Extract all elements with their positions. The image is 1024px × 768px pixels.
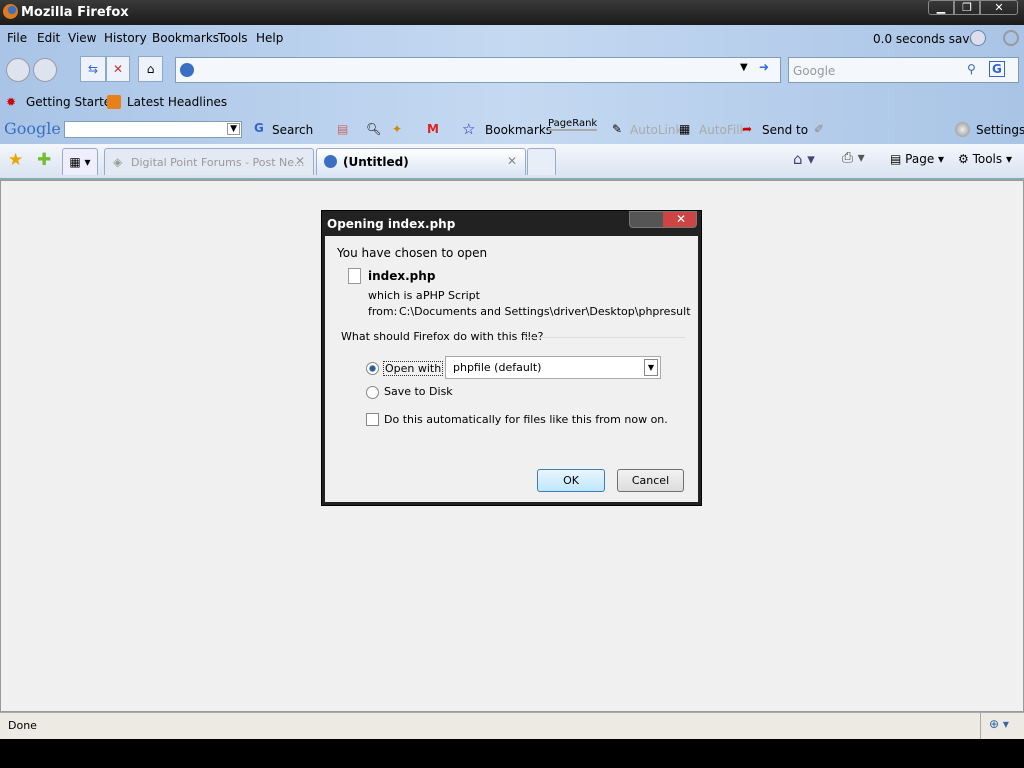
- send-to-button[interactable]: Send to: [762, 123, 808, 137]
- minimize-button[interactable]: ▁: [928, 0, 954, 15]
- type-label: which is a:: [368, 289, 427, 302]
- tab-title: Digital Point Forums - Post Ne...: [131, 156, 305, 169]
- question-text: What should Firefox do with this file?: [341, 330, 544, 343]
- settings-icon: [955, 122, 970, 137]
- file-name: index.php: [368, 269, 436, 283]
- magnifier-icon[interactable]: 🔍︎: [366, 122, 381, 136]
- status-bar: Done ⊕ ▾: [0, 712, 1024, 739]
- favorites-star-icon[interactable]: ★: [8, 150, 23, 170]
- bookmark-getting-started[interactable]: Getting Started: [26, 95, 119, 109]
- google-g-icon: G: [254, 121, 264, 135]
- news-icon[interactable]: ▤: [337, 122, 348, 136]
- cancel-button[interactable]: Cancel: [617, 469, 684, 492]
- search-input[interactable]: Google ⚲ G: [788, 57, 1019, 83]
- google-bookmarks-button[interactable]: Bookmarks: [485, 123, 552, 137]
- forward-button[interactable]: [33, 58, 57, 82]
- menu-bookmarks[interactable]: Bookmarks: [152, 31, 219, 45]
- ok-button[interactable]: OK: [537, 469, 605, 492]
- autofill-icon: ▦: [679, 122, 691, 136]
- tab-close-icon[interactable]: ✕: [507, 154, 517, 168]
- pagerank-meter: PageRank: [548, 118, 598, 131]
- gmail-icon[interactable]: M: [427, 122, 439, 136]
- google-logo: Google: [4, 119, 61, 138]
- google-search-button[interactable]: Search: [272, 123, 313, 137]
- reload-button[interactable]: ⇆: [80, 56, 106, 82]
- save-to-disk-label[interactable]: Save to Disk: [384, 385, 453, 398]
- speedometer-icon[interactable]: [970, 30, 986, 46]
- print-icon[interactable]: ⎙ ▾: [842, 150, 865, 166]
- open-with-label[interactable]: Open with: [383, 361, 444, 376]
- bookmark-latest-headlines[interactable]: Latest Headlines: [127, 95, 227, 109]
- getting-started-icon: ✹: [6, 95, 17, 109]
- tab-untitled[interactable]: (Untitled) ✕: [316, 148, 526, 175]
- autolink-button[interactable]: AutoLink: [630, 123, 682, 137]
- google-toolbar-input[interactable]: ▼: [64, 121, 242, 138]
- tab-loading-icon: ◈: [113, 155, 123, 169]
- quick-tabs-button[interactable]: ▦ ▾: [62, 148, 98, 175]
- gadgets-icon[interactable]: ✦: [392, 122, 402, 136]
- restore-button[interactable]: ❐: [954, 0, 980, 15]
- firefox-logo-icon: [3, 4, 18, 19]
- dialog-body: You have chosen to open index.php which …: [325, 236, 698, 502]
- divider: [523, 337, 685, 338]
- save-to-disk-radio[interactable]: [366, 386, 379, 399]
- type-value: PHP Script: [423, 289, 480, 302]
- menu-tools[interactable]: Tools: [218, 31, 248, 45]
- send-to-icon: ➦: [742, 122, 753, 136]
- url-dropdown-icon[interactable]: ▼: [740, 62, 748, 73]
- tab-title: (Untitled): [343, 155, 409, 169]
- dialog-title: Opening index.php: [327, 217, 456, 231]
- auto-checkbox[interactable]: [366, 413, 379, 426]
- from-label: from:: [368, 305, 398, 318]
- dialog-close-button[interactable]: ✕: [629, 211, 697, 228]
- application-select[interactable]: phpfile (default) ▼: [445, 356, 661, 379]
- menu-file[interactable]: File: [7, 31, 27, 45]
- url-bar[interactable]: ▼ ➜: [175, 57, 781, 83]
- auto-label[interactable]: Do this automatically for files like thi…: [384, 413, 668, 426]
- google-engine-icon[interactable]: G: [989, 61, 1005, 77]
- tab-digital-point[interactable]: ◈ Digital Point Forums - Post Ne... ✕: [104, 148, 314, 175]
- intro-text: You have chosen to open: [337, 246, 488, 260]
- home-icon[interactable]: ⌂ ▾: [793, 150, 815, 168]
- page-menu-label: Page: [905, 152, 935, 166]
- autofill-button[interactable]: AutoFill: [699, 123, 743, 137]
- highlighter-icon[interactable]: ✐: [814, 122, 824, 136]
- add-favorite-icon[interactable]: ✚: [37, 150, 51, 170]
- open-file-dialog: Opening index.php ✕ You have chosen to o…: [321, 210, 702, 506]
- speed-status: 0.0 seconds saved: [873, 32, 985, 46]
- open-with-radio[interactable]: [366, 362, 379, 375]
- dropdown-icon[interactable]: ▼: [227, 123, 240, 135]
- from-value: C:\Documents and Settings\driver\Desktop…: [399, 305, 691, 318]
- menu-history[interactable]: History: [104, 31, 147, 45]
- site-icon: [180, 63, 194, 77]
- status-text: Done: [8, 719, 37, 732]
- go-arrow-icon[interactable]: ➜: [759, 60, 769, 74]
- star-icon[interactable]: ☆: [462, 120, 475, 138]
- new-tab-button[interactable]: [527, 148, 556, 175]
- autolink-icon: ✎: [612, 122, 623, 136]
- rss-icon: [107, 95, 121, 109]
- zoom-icon[interactable]: ⊕ ▾: [980, 713, 1009, 739]
- application-value: phpfile (default): [453, 361, 542, 374]
- close-button[interactable]: ✕: [980, 0, 1018, 15]
- search-placeholder: Google: [793, 64, 836, 78]
- menu-edit[interactable]: Edit: [37, 31, 60, 45]
- file-icon: [348, 268, 361, 284]
- tools-menu-label: Tools: [972, 152, 1003, 166]
- settings-button[interactable]: Settings: [976, 123, 1024, 137]
- menu-help[interactable]: Help: [256, 31, 283, 45]
- tools-menu[interactable]: ⚙ Tools ▾: [958, 152, 1012, 166]
- menu-view[interactable]: View: [68, 31, 96, 45]
- title-bar: Mozilla Firefox ▁ ❐ ✕: [0, 0, 1024, 25]
- chevron-down-icon[interactable]: ▼: [644, 359, 658, 376]
- tab-site-icon: [324, 155, 337, 168]
- throbber-icon: [1003, 30, 1019, 46]
- back-button[interactable]: [6, 58, 30, 82]
- window-title: Mozilla Firefox: [21, 5, 129, 20]
- search-icon[interactable]: ⚲: [967, 62, 976, 76]
- home-icon[interactable]: ⌂: [138, 56, 163, 82]
- stop-button[interactable]: ✕: [106, 56, 130, 82]
- page-menu[interactable]: ▤ Page ▾: [890, 152, 944, 166]
- tab-close-icon[interactable]: ✕: [295, 154, 305, 168]
